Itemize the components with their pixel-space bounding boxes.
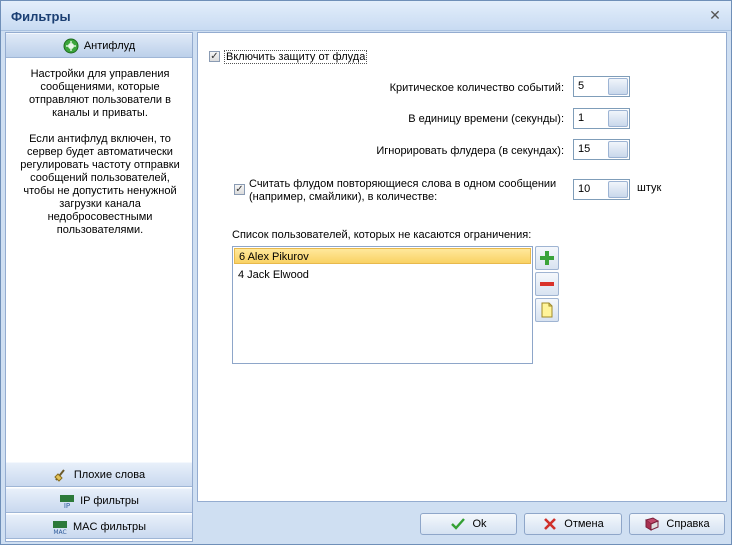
document-icon [541,302,553,318]
mac-filter-icon: MAC [52,520,67,535]
time-unit-value: 1 [578,112,585,124]
nav-bad-words[interactable]: Плохие слова [6,462,192,487]
repeat-words-label-line: Считать флудом повторяющиеся слова в одн… [249,178,557,190]
time-unit-label: В единицу времени (секунды): [408,113,564,125]
section-description: Настройки для управления сообщениями, ко… [18,68,182,250]
repeat-words-stepper[interactable]: 10 [573,179,630,200]
exempt-users-list[interactable]: 6 Alex Pikurov 4 Jack Elwood [232,246,533,364]
repeat-words-value: 10 [578,183,591,195]
repeat-words-label: Считать флудом повторяющиеся слова в одн… [249,178,556,204]
plus-icon [540,251,554,265]
ok-button[interactable]: Ok [420,513,517,535]
nav-bad-words-label: Плохие слова [73,468,146,481]
new-list-button[interactable] [535,298,559,322]
spin-button[interactable] [608,110,628,127]
antiflood-icon [63,38,79,53]
nav-ip-filters-label: IP фильтры [80,494,139,507]
svg-text:MAC: MAC [53,529,66,535]
list-item[interactable]: 6 Alex Pikurov [234,248,531,264]
ip-filter-icon: IP [60,494,75,509]
spin-button[interactable] [608,78,628,95]
critical-count-label: Критическое количество событий: [389,82,564,94]
enable-antiflood-label: Включить защиту от флуда [224,50,368,64]
minus-icon [540,282,554,286]
ignore-flooder-value: 15 [578,143,591,155]
critical-count-stepper[interactable]: 5 [573,76,630,97]
help-button[interactable]: Справка [629,513,725,535]
time-unit-stepper[interactable]: 1 [573,108,630,129]
list-item[interactable]: 4 Jack Elwood [234,267,531,283]
spin-button[interactable] [608,181,628,198]
broom-icon [54,468,65,482]
repeat-words-checkbox[interactable]: ✓ [234,184,245,195]
category-panel: Антифлуд Настройки для управления сообще… [5,32,193,542]
nav-antiflood-label: Антифлуд [83,39,136,52]
nav-mac-filters[interactable]: MAC MAC фильтры [6,514,192,539]
exempt-users-label: Список пользователей, которых не касаютс… [232,229,532,241]
description-paragraph: Настройки для управления сообщениями, ко… [29,68,171,119]
svg-text:IP: IP [64,502,70,509]
repeat-words-label-line: (например, смайлики), в количестве: [249,191,438,203]
filters-dialog: Фильтры ✕ Антифлуд Настройки для управле… [0,0,732,545]
nav-ip-filters[interactable]: IP IP фильтры [6,488,192,513]
ok-button-label: Ok [472,518,487,530]
nav-mac-filters-label: MAC фильтры [72,520,147,533]
check-icon [451,518,466,530]
repeat-unit-label: штук [637,182,662,194]
description-paragraph: Если антифлуд включен, то сервер будет а… [20,133,180,236]
ignore-flooder-stepper[interactable]: 15 [573,139,630,160]
antiflood-settings: ✓ Включить защиту от флуда Критическое к… [197,32,727,502]
spin-button[interactable] [608,141,628,158]
critical-count-value: 5 [578,80,585,92]
title-bar: Фильтры ✕ [1,1,731,31]
cancel-icon [544,518,557,530]
enable-antiflood-checkbox[interactable]: ✓ [209,51,220,62]
window-title: Фильтры [11,9,71,24]
remove-user-button[interactable] [535,272,559,296]
add-user-button[interactable] [535,246,559,270]
help-book-icon [645,517,660,531]
ignore-flooder-label: Игнорировать флудера (в секундах): [376,145,564,157]
help-button-label: Справка [666,518,710,530]
cancel-button[interactable]: Отмена [524,513,622,535]
nav-antiflood[interactable]: Антифлуд [6,33,192,58]
close-icon[interactable]: ✕ [707,7,723,23]
cancel-button-label: Отмена [564,518,604,530]
